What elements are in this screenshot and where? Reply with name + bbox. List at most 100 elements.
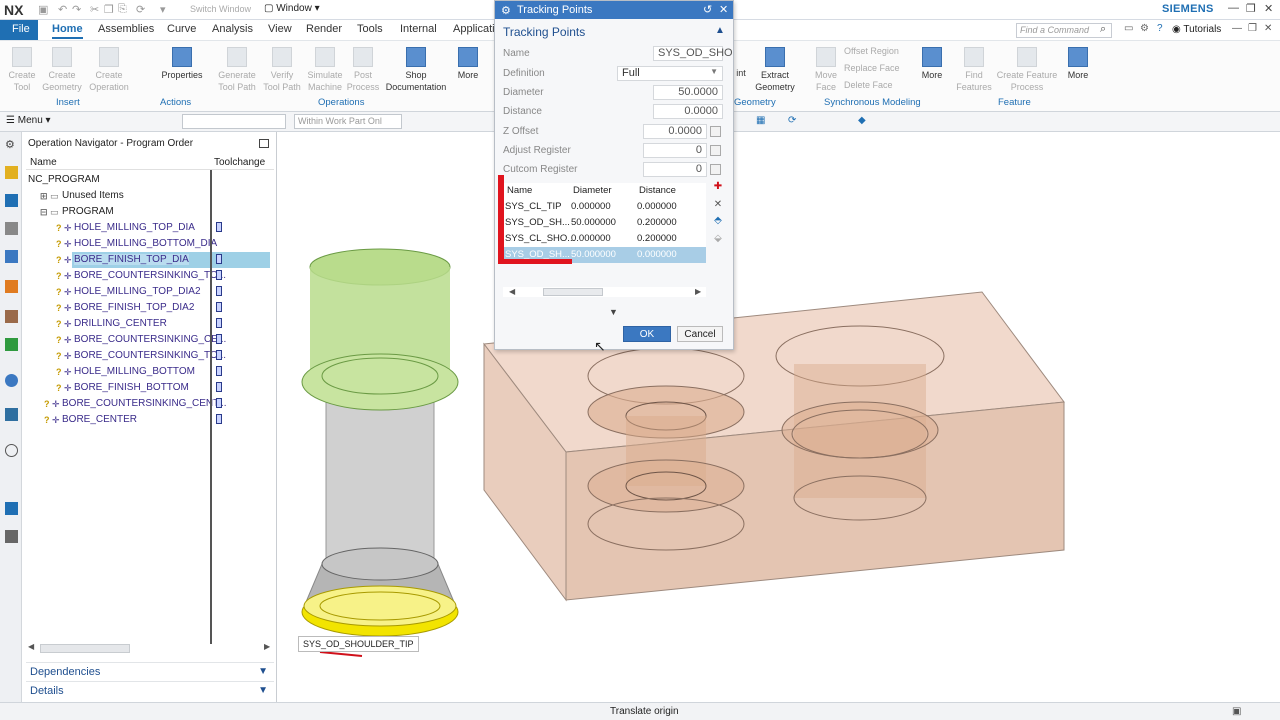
replace-face-button[interactable]: Replace Face	[844, 62, 914, 74]
generate-tool-path-button[interactable]: Generate Tool Path	[214, 47, 260, 93]
tab-curve[interactable]: Curve	[167, 23, 196, 35]
close-icon[interactable]: ✕	[719, 3, 728, 16]
rotate-icon[interactable]: ⟳	[788, 115, 796, 126]
machine-tool-navigator-icon[interactable]	[5, 280, 18, 293]
tab-view[interactable]: View	[268, 23, 292, 35]
window-layout-icon[interactable]: ▭	[1124, 23, 1133, 34]
operation-row[interactable]: ? ✛ HOLE_MILLING_BOTTOM_DIA	[26, 236, 272, 252]
tracking-point-row[interactable]: SYS_CL_TIP 0.000000 0.000000	[503, 199, 706, 215]
definition-select[interactable]: Full ▼	[617, 66, 723, 81]
operation-row[interactable]: ? ✛ HOLE_MILLING_TOP_DIA	[26, 220, 272, 236]
tab-internal[interactable]: Internal	[400, 23, 437, 35]
repeat-icon[interactable]: ⟳	[136, 3, 145, 16]
settings-icon[interactable]: ⚙	[5, 138, 18, 151]
part-navigator-icon[interactable]	[5, 166, 18, 179]
tab-render[interactable]: Render	[306, 23, 342, 35]
tutorials-button[interactable]: ◉ Tutorials	[1172, 24, 1221, 35]
offset-region-button[interactable]: Offset Region	[844, 45, 914, 57]
tab-analysis[interactable]: Analysis	[212, 23, 253, 35]
operation-row[interactable]: ? ✛ BORE_COUNTERSINKING_TO...	[26, 348, 272, 364]
ribbon-restore-icon[interactable]: ❐	[1248, 23, 1257, 34]
zoffset-input[interactable]: 0.0000	[643, 124, 707, 139]
tab-assemblies[interactable]: Assemblies	[98, 23, 154, 35]
group-feature[interactable]: Feature	[998, 97, 1031, 108]
clock-icon[interactable]	[5, 444, 18, 457]
operation-row[interactable]: ? ✛ BORE_COUNTERSINKING_CENT...	[26, 396, 272, 412]
post-process-button[interactable]: Post Process	[346, 47, 380, 93]
more-feature-button[interactable]: More	[1064, 47, 1092, 81]
adjust-register-checkbox[interactable]	[710, 145, 721, 156]
group-geometry[interactable]: Geometry	[734, 97, 776, 108]
move-down-icon[interactable]: ⬙	[711, 233, 725, 247]
group-operations[interactable]: Operations	[318, 97, 364, 108]
operation-navigator-icon[interactable]	[5, 250, 18, 263]
operation-row[interactable]: ? ✛ BORE_FINISH_BOTTOM	[26, 380, 272, 396]
extract-geometry-button[interactable]: Extract Geometry	[752, 47, 798, 93]
create-operation-button[interactable]: Create Operation	[86, 47, 132, 93]
more-operations-button[interactable]: More	[454, 47, 482, 81]
column-toolchange[interactable]: Toolchange	[214, 157, 265, 168]
tab-application[interactable]: Applicati	[453, 23, 495, 35]
cutcom-register-input[interactable]: 0	[643, 162, 707, 177]
tracking-point-row[interactable]: SYS_CL_SHO... 0.000000 0.200000	[503, 231, 706, 247]
expand-icon[interactable]: ⊞	[40, 191, 48, 202]
more-sync-button[interactable]: More	[918, 47, 946, 81]
save-icon[interactable]: ▣	[38, 3, 48, 16]
cancel-button[interactable]: Cancel	[677, 326, 723, 342]
selection-filter-select[interactable]	[182, 114, 286, 129]
dialog-title-bar[interactable]: ⚙ Tracking Points ↺ ✕	[495, 1, 733, 19]
int-button[interactable]: int	[734, 67, 748, 79]
column-header[interactable]: Diameter	[573, 185, 612, 196]
details-panel[interactable]: Details ▼	[26, 681, 274, 699]
operation-row[interactable]: ? ✛ BORE_FINISH_TOP_DIA	[26, 252, 272, 268]
create-feature-process-button[interactable]: Create Feature Process	[994, 47, 1060, 93]
simulate-machine-button[interactable]: Simulate Machine	[304, 47, 346, 93]
shop-documentation-button[interactable]: Shop Documentation	[382, 47, 450, 93]
restore-icon[interactable]: ❐	[1246, 2, 1256, 15]
minimize-icon[interactable]: —	[1228, 2, 1239, 14]
gear-icon[interactable]: ⚙	[501, 4, 511, 17]
more-icon[interactable]: ▾	[160, 3, 166, 16]
settings-icon[interactable]: ⚙	[1140, 23, 1149, 34]
expand-icon[interactable]: ⊟	[40, 207, 48, 218]
menu-button[interactable]: ☰ Menu ▾	[6, 115, 51, 126]
render-style-icon[interactable]: ◆	[858, 115, 866, 126]
move-face-button[interactable]: Move Face	[812, 47, 840, 93]
program-root-row[interactable]: NC_PROGRAM	[26, 172, 272, 188]
dependencies-panel[interactable]: Dependencies ▼	[26, 662, 274, 680]
operation-row[interactable]: ? ✛ BORE_CENTER	[26, 412, 272, 428]
group-synchronous-modeling[interactable]: Synchronous Modeling	[824, 97, 921, 108]
navigator-close-icon[interactable]	[259, 139, 269, 148]
scroll-thumb[interactable]	[543, 288, 603, 296]
find-command-input[interactable]: Find a Command	[1016, 23, 1112, 38]
move-up-icon[interactable]: ⬘	[711, 215, 725, 229]
delete-point-icon[interactable]: ✕	[711, 199, 725, 213]
folder-row[interactable]: ⊞ ▭ Unused Items	[26, 188, 272, 204]
column-name[interactable]: Name	[30, 157, 57, 168]
operation-row[interactable]: ? ✛ BORE_FINISH_TOP_DIA2	[26, 300, 272, 316]
tab-file[interactable]: File	[0, 20, 38, 40]
distance-input[interactable]: 0.0000	[653, 104, 723, 119]
operation-row[interactable]: ? ✛ HOLE_MILLING_BOTTOM	[26, 364, 272, 380]
redo-icon[interactable]: ↷	[72, 3, 81, 16]
operation-row[interactable]: ? ✛ BORE_COUNTERSINKING_CE...	[26, 332, 272, 348]
operation-row[interactable]: ? ✛ BORE_COUNTERSINKING_TO...	[26, 268, 272, 284]
column-header[interactable]: Name	[507, 185, 532, 196]
search-icon[interactable]: ⌕	[1100, 23, 1106, 36]
operation-row[interactable]: ? ✛ DRILLING_CENTER	[26, 316, 272, 332]
name-input[interactable]: SYS_OD_SHO	[653, 46, 733, 61]
ribbon-close-icon[interactable]: ✕	[1264, 23, 1272, 34]
delete-face-button[interactable]: Delete Face	[844, 79, 914, 91]
collapse-icon[interactable]: ▲	[715, 25, 725, 36]
close-icon[interactable]: ✕	[1264, 2, 1273, 15]
assembly-navigator-icon[interactable]	[5, 194, 18, 207]
switch-window-button[interactable]: Switch Window	[190, 4, 251, 14]
zoffset-checkbox[interactable]	[710, 126, 721, 137]
help-icon[interactable]: ?	[1157, 23, 1163, 34]
reuse-library-icon[interactable]	[5, 310, 18, 323]
add-point-icon[interactable]: ✚	[711, 181, 725, 195]
properties-button[interactable]: Properties	[158, 47, 206, 81]
scroll-thumb[interactable]	[40, 644, 130, 653]
adjust-register-input[interactable]: 0	[643, 143, 707, 158]
fit-view-icon[interactable]: ▦	[756, 115, 765, 126]
